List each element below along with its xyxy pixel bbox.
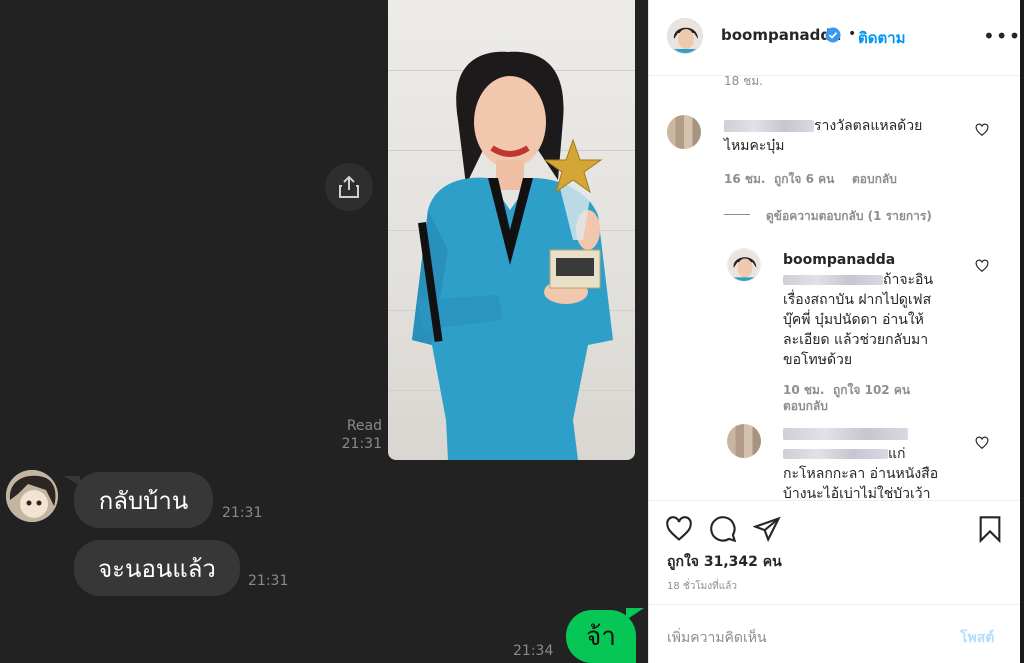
like-heart-icon[interactable] [665, 515, 693, 543]
profile-photo-image [668, 19, 702, 53]
reply-reply-button[interactable]: ตอบกลับ [783, 397, 828, 416]
profile-photo-image [728, 249, 760, 281]
reply-line: ขอโทษด้วย [783, 352, 853, 368]
more-options-icon[interactable]: ••• [983, 24, 1021, 48]
comment-text: รางวัลตลแหลด้วย ไหมคะบุ๋ม [724, 116, 964, 156]
add-comment-bar: เพิ่มความคิดเห็น โพสต์ [649, 604, 1021, 663]
comment-text: แก่ กะโหลกกะลา อ่านหนังสือ บ้างนะไอ้เบ่า… [783, 424, 973, 500]
separator-dot: • [848, 26, 857, 42]
comment-line: แก่ [888, 446, 906, 462]
blurred-mention [783, 275, 883, 285]
share-icon [339, 175, 359, 198]
message-time: 21:31 [222, 505, 263, 521]
read-time: 21:31 [341, 436, 382, 452]
line-chat-panel: Read 21:31 กลับบ้าน 21:31 จะนอนแล้ว 21:3… [0, 0, 648, 663]
post-username[interactable]: boompanadda [721, 26, 841, 44]
add-comment-input[interactable]: เพิ่มความคิดเห็น [667, 627, 767, 649]
reply-likes[interactable]: ถูกใจ 102 คน [833, 381, 910, 400]
blurred-username [724, 120, 814, 132]
reply-line: บุ๊คพี่ บุ๋มปนัดดา อ่านให้ [783, 312, 924, 328]
reply-avatar[interactable] [727, 248, 761, 282]
reply-line: เรื่องสถาบัน ฝากไปดูเฟส [783, 292, 932, 308]
comment-time: 16 ชม. [724, 172, 766, 186]
my-message-bubble[interactable]: จ้า [566, 610, 636, 663]
comments-list[interactable]: 18 ชม. รางวัลตลแหลด้วย ไหมคะบุ๋ม 16 ชม. … [649, 76, 1021, 500]
share-paper-plane-icon[interactable] [753, 515, 781, 543]
post-likes-count[interactable]: ถูกใจ 31,342 คน [667, 551, 782, 573]
reply-line: ละเอียด แล้วช่วยกลับมา [783, 332, 929, 348]
save-bookmark-icon[interactable] [977, 515, 1003, 543]
comment-bubble-icon[interactable] [709, 515, 737, 543]
message-time: 21:31 [248, 573, 289, 589]
comment-line: ไหมคะบุ๋ม [724, 138, 785, 154]
instagram-post-panel: boompanadda • ติดตาม ••• 18 ชม. รางวัลตล… [648, 0, 1021, 663]
post-comment-button[interactable]: โพสต์ [960, 627, 994, 649]
post-actions: ถูกใจ 31,342 คน 18 ชั่วโมงที่แล้ว [649, 500, 1021, 604]
comment-like-icon[interactable] [975, 436, 989, 450]
comment-line: บ้างนะไอ้เบ่าไม่ใช่บัวเว้า [783, 486, 931, 500]
post-header: boompanadda • ติดตาม ••• [649, 0, 1021, 76]
follow-button[interactable]: ติดตาม [858, 26, 906, 50]
message-bubble[interactable]: จะนอนแล้ว [74, 540, 240, 596]
blurred-mention [783, 449, 888, 459]
reply-line: ถ้าจะอิน [883, 272, 934, 288]
comment-like-icon[interactable] [975, 123, 989, 137]
window-edge [1020, 0, 1024, 663]
person-with-trophy-image [412, 51, 613, 460]
my-message-time: 21:34 [513, 643, 554, 659]
reply-text: boompanadda ถ้าจะอิน เรื่องสถาบัน ฝากไปด… [783, 250, 963, 370]
reply-username[interactable]: boompanadda [783, 252, 895, 268]
contact-avatar[interactable] [6, 470, 58, 522]
commenter-avatar[interactable] [667, 115, 701, 149]
read-label: Read [346, 418, 382, 434]
comment-line: รางวัลตลแหลด้วย [814, 118, 923, 134]
anime-avatar-image [6, 470, 58, 522]
replies-divider [724, 214, 750, 215]
reply-like-icon[interactable] [975, 259, 989, 273]
share-button[interactable] [325, 163, 373, 211]
post-time-ago: 18 ชั่วโมงที่แล้ว [667, 581, 737, 592]
comment-line: กะโหลกกะลา อ่านหนังสือ [783, 466, 939, 482]
shared-photo[interactable] [388, 0, 635, 460]
caption-timestamp: 18 ชม. [724, 76, 763, 88]
message-bubble[interactable]: กลับบ้าน [74, 472, 213, 528]
blurred-username [783, 428, 908, 440]
view-replies-button[interactable]: ดูข้อความตอบกลับ (1 รายการ) [766, 207, 932, 226]
verified-badge-icon [825, 27, 841, 43]
comment-likes[interactable]: ถูกใจ 6 คน [774, 170, 834, 189]
comment-reply-button[interactable]: ตอบกลับ [852, 170, 897, 189]
commenter-avatar[interactable] [727, 424, 761, 458]
read-receipt: Read 21:31 [330, 417, 382, 453]
profile-avatar[interactable] [667, 18, 703, 54]
